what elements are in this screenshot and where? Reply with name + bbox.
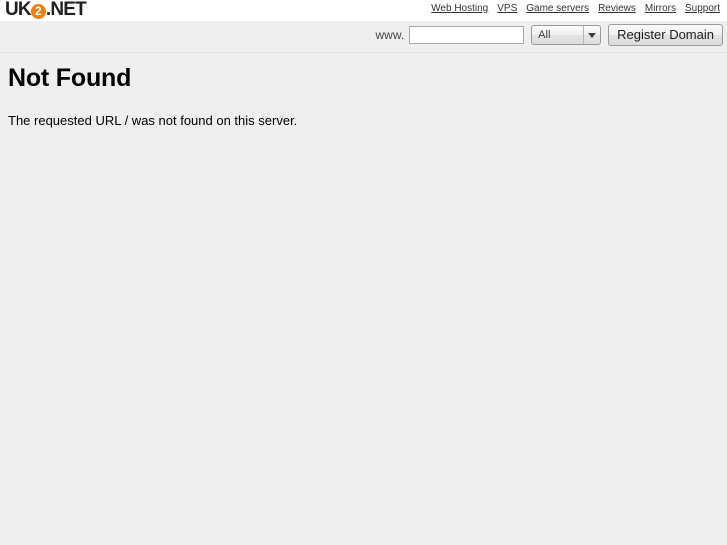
logo-suffix-text: .NET [45,0,87,20]
site-logo[interactable]: UK 2 .NET [5,0,87,20]
tld-select-value: All [538,29,551,41]
domain-search-form: www. All Register Domain [375,24,723,46]
nav-item-vps[interactable]: VPS [497,3,517,15]
domain-search-bar: www. All Register Domain [0,21,727,53]
logo-badge-icon: 2 [30,3,46,19]
register-domain-button[interactable]: Register Domain [608,24,723,46]
nav-item-reviews[interactable]: Reviews [598,3,636,15]
page-title: Not Found [8,64,132,92]
top-navigation: Web Hosting VPS Game servers Reviews Mir… [431,3,720,15]
chevron-down-icon[interactable] [583,26,600,44]
nav-item-support[interactable]: Support [685,3,720,15]
logo-prefix-text: UK [5,0,32,20]
error-message: The requested URL / was not found on thi… [8,113,298,128]
www-prefix-label: www. [375,28,405,42]
nav-item-web-hosting[interactable]: Web Hosting [431,3,488,15]
tld-select[interactable]: All [531,25,602,45]
nav-item-game-servers[interactable]: Game servers [526,3,589,15]
main-content: Not Found The requested URL / was not fo… [0,53,727,545]
nav-item-mirrors[interactable]: Mirrors [645,3,676,15]
site-header: UK 2 .NET Web Hosting VPS Game servers R… [0,0,727,21]
domain-search-input[interactable] [409,26,525,44]
